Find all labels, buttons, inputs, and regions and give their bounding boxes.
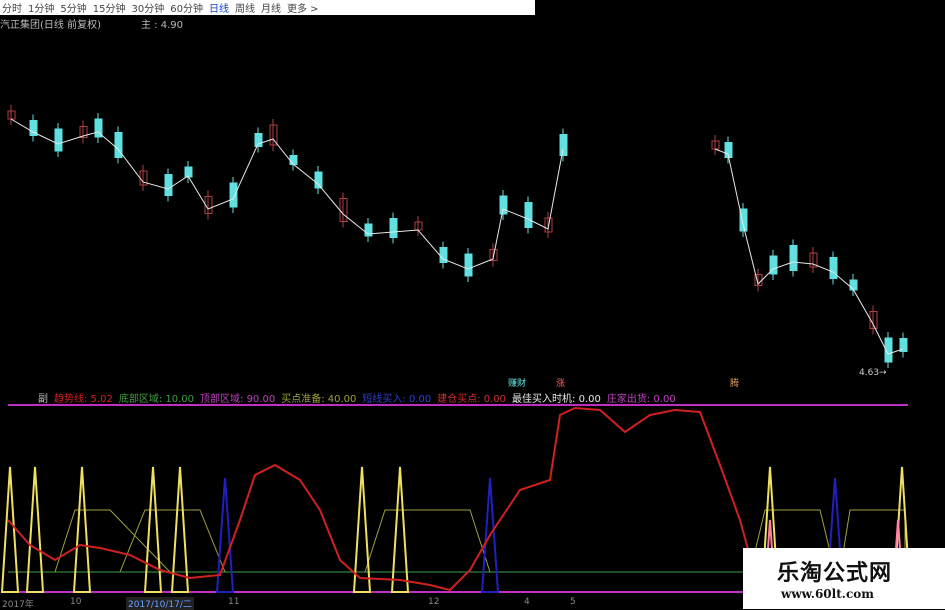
indicator-item-3: 买点准备: 40.00 bbox=[281, 393, 357, 405]
axis-label-2017: 2017年 bbox=[2, 600, 34, 610]
indicator-legend: 副 趋势线: 5.02 底部区域: 10.00 顶部区域: 90.00 买点准备: 4… bbox=[0, 390, 676, 405]
candle-b-2 bbox=[739, 203, 748, 237]
candle-a-16 bbox=[364, 218, 373, 242]
axis-label-12: 12 bbox=[428, 597, 440, 607]
indicator-item-6: 最佳买入时机: 0.00 bbox=[512, 393, 601, 405]
tick-marker: 腾 bbox=[730, 379, 740, 389]
candle-b-0 bbox=[711, 135, 720, 155]
band-1 bbox=[119, 509, 226, 573]
axis-label-10: 10 bbox=[70, 597, 82, 607]
candle-a-17 bbox=[389, 212, 398, 244]
watermark-url: www.60lt.com bbox=[781, 587, 874, 601]
indicator-item-0: 趋势线: 5.02 bbox=[54, 393, 113, 405]
candle-a-23 bbox=[524, 196, 533, 234]
spike-yellow-3 bbox=[143, 466, 163, 593]
candle-a-12 bbox=[269, 119, 278, 151]
candle-a-19 bbox=[439, 241, 448, 269]
candle-a-1 bbox=[29, 114, 38, 142]
candle-a-13 bbox=[289, 149, 298, 171]
axis-label-5: 5 bbox=[570, 597, 576, 607]
candle-a-20 bbox=[464, 248, 473, 282]
candle-b-11 bbox=[899, 332, 908, 358]
candle-b-6 bbox=[809, 247, 818, 273]
candle-b-3 bbox=[754, 268, 763, 292]
low-price-label: 4.63→ bbox=[859, 368, 887, 378]
moving-average-line bbox=[10, 118, 904, 355]
candle-a-25 bbox=[559, 128, 568, 162]
indicator-item-4: 短线买入: 0.00 bbox=[362, 393, 432, 405]
candle-a-7 bbox=[164, 168, 173, 202]
candlestick-series bbox=[7, 105, 908, 368]
axis-label-4: 4 bbox=[524, 597, 530, 607]
band-2 bbox=[364, 509, 491, 573]
candle-a-8 bbox=[184, 161, 193, 183]
indicator-item-5: 建仓买点: 0.00 bbox=[437, 393, 507, 405]
indicator-item-7: 庄家出货: 0.00 bbox=[606, 393, 676, 405]
spike-yellow-1 bbox=[25, 466, 45, 593]
ma-line-a bbox=[10, 118, 564, 270]
candle-a-4 bbox=[94, 113, 103, 143]
cursor-date: 2017/10/17/二 bbox=[126, 597, 194, 610]
spike-yellow-5 bbox=[352, 466, 372, 593]
candle-a-22 bbox=[499, 190, 508, 220]
spike-yellow-2 bbox=[72, 466, 92, 593]
candle-a-6 bbox=[139, 165, 148, 191]
candle-a-5 bbox=[114, 126, 123, 164]
indicator-item-2: 顶部区域: 90.00 bbox=[200, 393, 276, 405]
trend-line bbox=[7, 406, 771, 592]
band-0 bbox=[54, 509, 171, 573]
candle-b-5 bbox=[789, 239, 798, 277]
watermark-title: 乐淘公式网 bbox=[777, 560, 893, 586]
buy-fortune-marker: 赚财 bbox=[508, 379, 527, 389]
candle-a-2 bbox=[54, 123, 63, 157]
candle-a-14 bbox=[314, 166, 323, 194]
spike-yellow-6 bbox=[390, 466, 410, 593]
watermark: 乐淘公式网 www.60lt.com bbox=[743, 548, 945, 609]
axis-label-11: 11 bbox=[228, 597, 240, 607]
candle-b-8 bbox=[849, 274, 858, 296]
candle-a-3 bbox=[79, 120, 88, 144]
indicator-item-1: 底部区域: 10.00 bbox=[118, 393, 195, 405]
candle-a-15 bbox=[339, 192, 348, 228]
rise-marker: 涨 bbox=[556, 379, 566, 389]
chart-canvas[interactable] bbox=[0, 0, 945, 609]
candle-a-0 bbox=[7, 105, 16, 125]
candle-b-1 bbox=[724, 136, 733, 164]
ma-line-b bbox=[714, 148, 904, 355]
candle-b-7 bbox=[829, 251, 838, 285]
sub-chart-label: 副 bbox=[38, 393, 48, 405]
candle-b-4 bbox=[769, 250, 778, 280]
candle-a-10 bbox=[229, 177, 238, 213]
